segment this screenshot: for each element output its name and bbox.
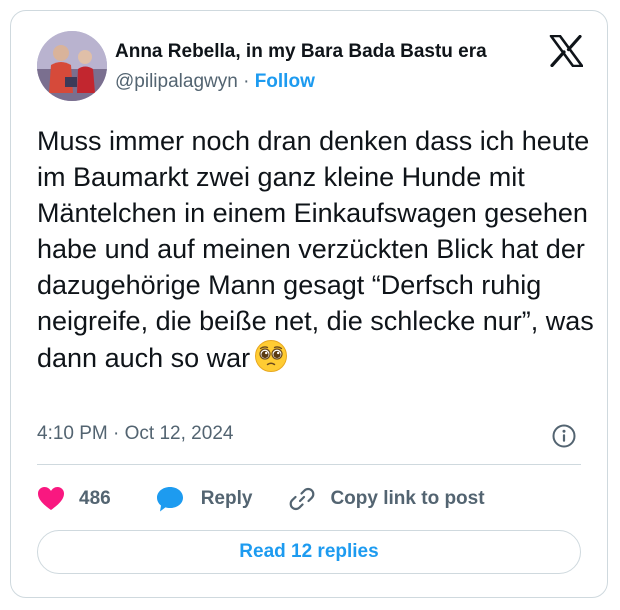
x-logo-icon[interactable] (549, 34, 584, 68)
copy-link-button[interactable]: Copy link to post (288, 485, 485, 513)
speech-bubble-icon (156, 487, 183, 512)
info-icon[interactable] (551, 423, 577, 449)
tweet-timestamp[interactable]: 4:10 PM · Oct 12, 2024 (37, 423, 233, 445)
copy-link-label: Copy link to post (330, 488, 485, 509)
tweet-time: 4:10 PM (37, 423, 108, 444)
avatar[interactable] (37, 31, 107, 101)
reply-button[interactable]: Reply (155, 485, 289, 513)
tweet-text: Muss immer noch dran denken dass ich heu… (37, 123, 597, 376)
read-replies-button[interactable]: Read 12 replies (37, 530, 581, 574)
link-icon (290, 487, 315, 511)
separator-dot: · (113, 423, 120, 444)
heart-icon (38, 487, 64, 510)
action-bar: 486 Reply Copy link to post (37, 483, 485, 515)
user-handle[interactable]: @pilipalagwyn (115, 71, 238, 92)
like-count: 486 (79, 488, 111, 509)
tweet-card: Anna Rebella, in my Bara Bada Bastu era … (10, 10, 608, 598)
follow-button[interactable]: Follow (255, 71, 315, 92)
tweet-body: Muss immer noch dran denken dass ich heu… (37, 126, 594, 373)
display-name[interactable]: Anna Rebella, in my Bara Bada Bastu era (115, 41, 487, 63)
divider (37, 464, 581, 465)
separator-dot: · (243, 71, 250, 92)
tweet-date: Oct 12, 2024 (124, 423, 234, 444)
pleading-face-emoji (254, 339, 288, 373)
handle-row: @pilipalagwyn · Follow (115, 71, 315, 93)
avatar-image (37, 31, 107, 101)
reply-label: Reply (200, 488, 253, 509)
like-button[interactable]: 486 (37, 486, 155, 512)
